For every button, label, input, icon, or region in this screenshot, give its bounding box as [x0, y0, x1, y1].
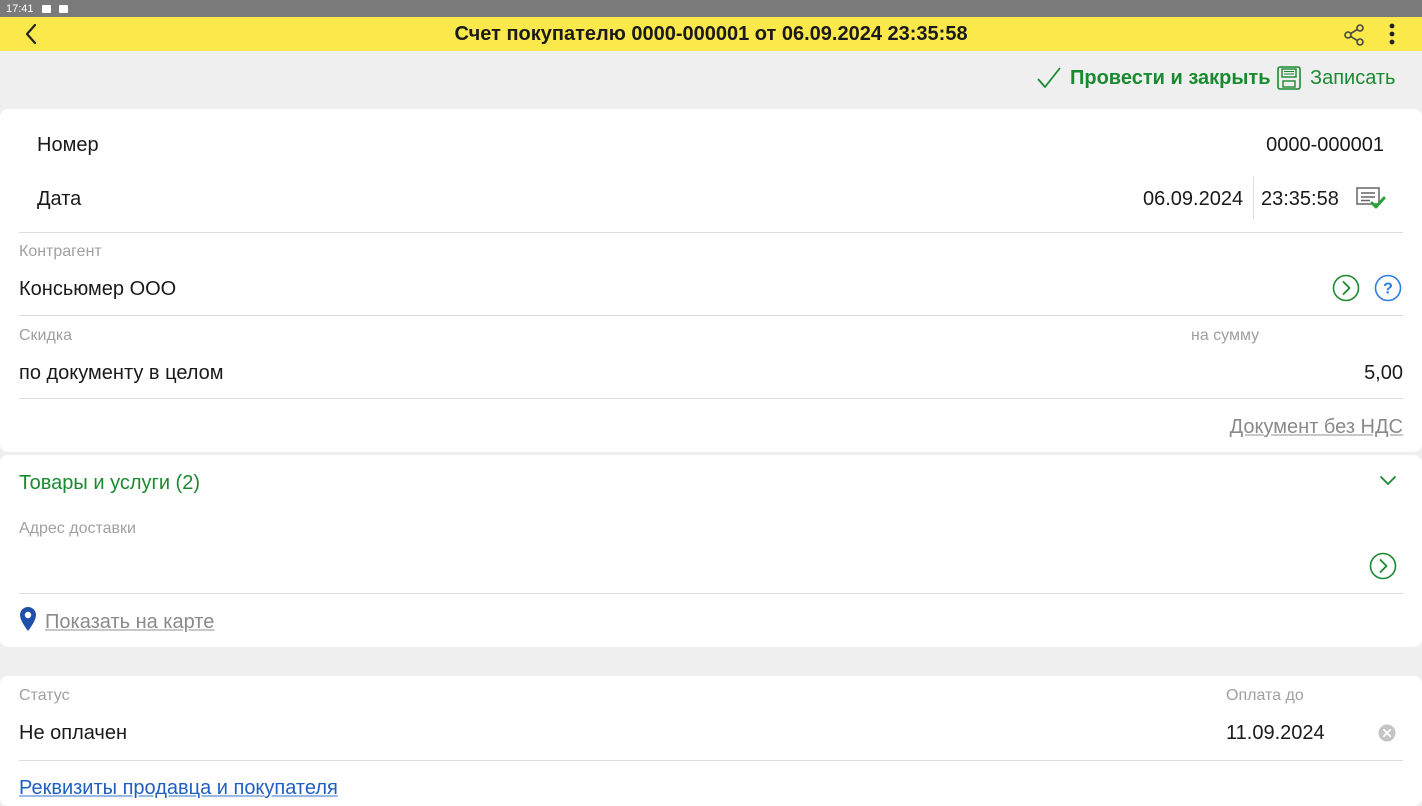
counterparty-field[interactable]: Консьюмер ООО [19, 278, 176, 301]
page-title: Счет покупателю 0000-000001 от 06.09.202… [454, 22, 968, 45]
back-arrow-icon[interactable] [20, 22, 44, 46]
time-field[interactable]: 23:35:58 [1261, 188, 1339, 211]
date-time-divider [1253, 177, 1254, 219]
divider [19, 760, 1403, 761]
more-vert-icon[interactable] [1380, 22, 1404, 46]
divider [19, 232, 1403, 233]
system-status-bar: 17:41 [0, 0, 1422, 17]
pay-until-caption: Оплата до [1226, 687, 1304, 704]
status-field[interactable]: Не оплачен [19, 722, 127, 745]
map-pin-icon [19, 606, 37, 637]
delivery-caption: Адрес доставки [19, 520, 136, 537]
pay-until-field[interactable]: 11.09.2024 [1226, 722, 1325, 745]
number-field[interactable]: 0000-000001 [1266, 134, 1384, 157]
goods-section-label: Товары и услуги (2) [19, 472, 200, 494]
save-button[interactable]: Записать [1276, 63, 1395, 93]
clock: 17:41 [6, 2, 34, 15]
gallery-notification-icon [41, 4, 51, 13]
open-counterparty-icon[interactable] [1332, 274, 1360, 307]
open-address-icon[interactable] [1369, 552, 1397, 585]
document-check-icon[interactable] [1356, 187, 1386, 218]
app-notification-icon [58, 4, 68, 13]
clear-circle-icon[interactable] [1378, 724, 1396, 747]
vat-mode-link[interactable]: Документ без НДС [1230, 416, 1403, 439]
discount-amount-field[interactable]: 5,00 [1364, 362, 1403, 385]
show-on-map-link[interactable]: Показать на карте [45, 611, 214, 634]
divider [19, 398, 1403, 399]
divider [19, 315, 1403, 316]
date-label: Дата [37, 188, 82, 210]
help-circle-icon[interactable]: ? [1374, 274, 1402, 307]
status-card: Статус Оплата до Не оплачен 11.09.2024 Р… [0, 676, 1422, 806]
post-and-close-button[interactable]: Провести и закрыть [1036, 63, 1271, 93]
date-field[interactable]: 06.09.2024 [1143, 188, 1243, 211]
post-and-close-label: Провести и закрыть [1070, 66, 1271, 89]
header-bar: Счет покупателю 0000-000001 от 06.09.202… [0, 17, 1422, 51]
floppy-disk-icon [1277, 66, 1301, 90]
svg-text:?: ? [1383, 281, 1393, 298]
delivery-card: Адрес доставки Показать на карте [0, 507, 1422, 647]
share-icon[interactable] [1342, 23, 1366, 47]
discount-sum-caption: на сумму [1191, 327, 1260, 344]
goods-section-header[interactable]: Товары и услуги (2) [0, 455, 1422, 507]
document-header-card: Номер 0000-000001 Дата 06.09.2024 23:35:… [0, 109, 1422, 452]
command-bar: Провести и закрыть Записать [0, 51, 1422, 107]
counterparty-caption: Контрагент [19, 243, 102, 260]
checkmark-icon [1037, 67, 1061, 88]
status-caption: Статус [19, 687, 70, 704]
discount-type-field[interactable]: по документу в целом [19, 362, 224, 385]
divider [19, 593, 1403, 594]
save-label: Записать [1310, 66, 1396, 89]
chevron-down-icon[interactable] [1378, 471, 1398, 496]
discount-caption: Скидка [19, 327, 73, 344]
number-label: Номер [37, 134, 99, 156]
requisites-link[interactable]: Реквизиты продавца и покупателя [19, 777, 338, 800]
